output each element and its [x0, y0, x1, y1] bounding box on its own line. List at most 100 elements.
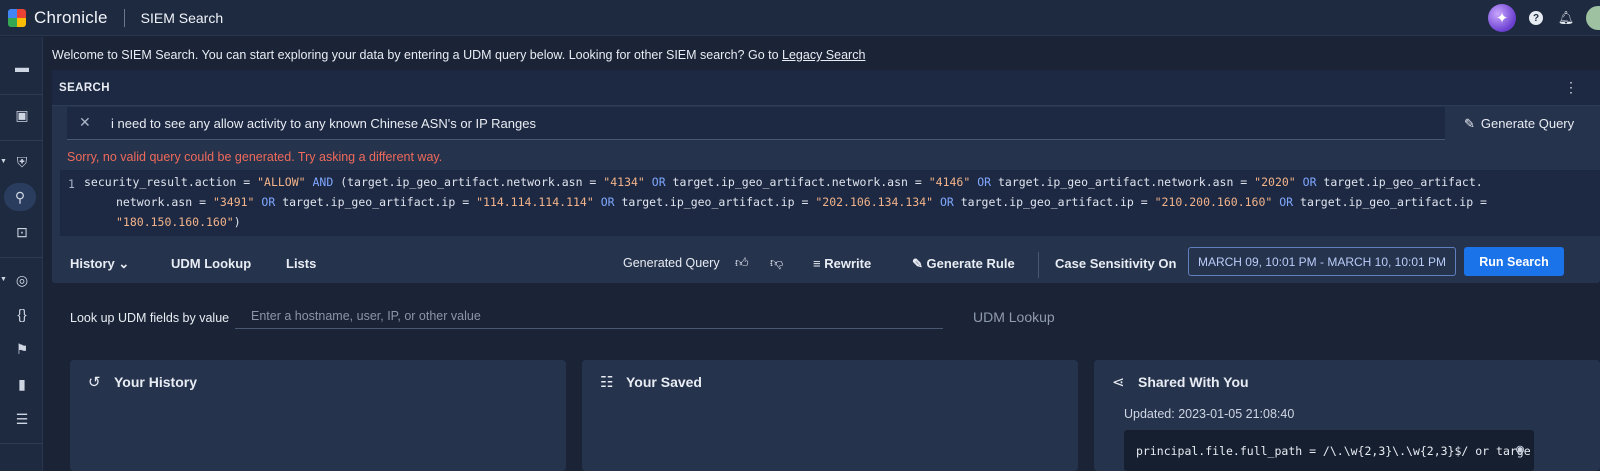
help-button[interactable]: ? [1526, 8, 1546, 28]
code-token: target.ip_geo_artifact.network.asn = [672, 175, 929, 189]
thumbs-down-icon[interactable]: 👎︎ [770, 255, 783, 271]
header-separator [123, 8, 125, 27]
code-token: OR [970, 175, 998, 189]
your-saved-card: ☷ Your Saved [582, 360, 1078, 471]
shield-icon[interactable]: ⛨ [8, 148, 36, 176]
generate-rule-label: Generate Rule [926, 256, 1015, 271]
main-content: Welcome to SIEM Search. You can start ex… [44, 37, 1600, 471]
code-token: "2020" [1254, 175, 1296, 189]
code-token: target.ip_geo_artifact. [1323, 175, 1483, 189]
legacy-search-link[interactable]: Legacy Search [782, 48, 865, 62]
sparkle-icon[interactable]: ✦ [1488, 4, 1516, 32]
code-token: "210.200.160.160" [1154, 195, 1273, 209]
folder-icon[interactable]: ▬ [8, 53, 36, 81]
code-token: OR [644, 175, 673, 189]
saved-search-icon: ☷ [600, 374, 614, 391]
your-history-card: ↺ Your History [70, 360, 566, 471]
brand-name: Chronicle [34, 7, 108, 27]
code-line: network.asn = "3491" OR target.ip_geo_ar… [116, 192, 1487, 212]
run-search-button[interactable]: Run Search [1464, 247, 1564, 276]
wand-icon: ✎ [1464, 116, 1475, 131]
bell-icon: 🔔︎ [1557, 10, 1575, 25]
welcome-text: Welcome to SIEM Search. You can start ex… [52, 48, 783, 62]
natural-language-prompt[interactable]: ✕ i need to see any allow activity to an… [67, 107, 1445, 140]
sidebar-divider [0, 257, 43, 258]
code-token: OR [254, 195, 283, 209]
query-editor[interactable]: 1 security_result.action = "ALLOW" AND (… [60, 170, 1600, 236]
udm-lookup-label: Look up UDM fields by value [70, 311, 230, 325]
case-sensitivity-toggle[interactable]: Case Sensitivity On [1055, 256, 1176, 271]
prompt-text[interactable]: i need to see any allow activity to any … [111, 116, 536, 131]
code-token: target.ip_geo_artifact.ip = [960, 195, 1155, 209]
card-title: Shared With You [1138, 374, 1249, 390]
code-token: "3491" [212, 195, 255, 209]
search-header: SEARCH ⋮ [52, 70, 1600, 106]
clear-icon[interactable]: ✕ [79, 114, 91, 131]
code-token: OR [1295, 175, 1324, 189]
code-token: (target.ip_geo_artifact.network.asn = [340, 175, 604, 189]
generate-query-label: Generate Query [1480, 116, 1575, 131]
shared-query-text: principal.file.full_path = /\.\w{2,3}\.\… [1136, 444, 1531, 458]
sidebar-divider [0, 94, 43, 95]
card-title: Your History [114, 374, 197, 390]
inbox-icon[interactable]: ⊡ [8, 218, 36, 246]
chronicle-logo[interactable]: Chronicle [8, 8, 108, 28]
shared-query[interactable]: principal.file.full_path = /\.\w{2,3}\.\… [1124, 430, 1534, 471]
line-number: 1 [68, 177, 75, 191]
radar-icon[interactable]: ◎ [8, 266, 36, 294]
caret-down-icon[interactable]: ▼ [0, 276, 8, 283]
udm-lookup-tab[interactable]: UDM Lookup [171, 256, 251, 271]
flag-icon[interactable]: ⚑ [8, 335, 36, 363]
wand-icon: ✎ [912, 256, 923, 271]
query-error-message: Sorry, no valid query could be generated… [67, 150, 443, 164]
notifications-button[interactable]: 🔔︎ [1556, 8, 1576, 28]
case-icon[interactable]: ▣ [8, 101, 36, 129]
thumbs-up-icon[interactable]: 👍︎ [735, 255, 749, 271]
shared-with-you-card: ⋖ Shared With You Updated: 2023-01-05 21… [1094, 360, 1600, 471]
search-panel: SEARCH ⋮ ✕ i need to see any allow activ… [52, 70, 1600, 283]
sidebar: ▬ ▣ ▼ ⛨ ⚲ ⊡ ▼ ◎ {} ⚑ ▮ ☰ [0, 37, 43, 471]
chevron-down-icon: ⌄ [118, 256, 130, 271]
date-range-picker[interactable]: MARCH 09, 10:01 PM - MARCH 10, 10:01 PM [1188, 247, 1456, 276]
code-token: security_result.action = [84, 175, 258, 189]
code-token: AND [305, 175, 341, 189]
generate-rule-button[interactable]: ✎ Generate Rule [912, 256, 1015, 272]
top-bar: Chronicle SIEM Search ✦ ? 🔔︎ [0, 0, 1600, 36]
eye-icon[interactable]: ◉ [1516, 442, 1524, 457]
shared-updated-timestamp: Updated: 2023-01-05 21:08:40 [1124, 407, 1295, 421]
code-token: OR [1272, 195, 1301, 209]
list-icon[interactable]: ☰ [8, 405, 36, 433]
history-label: History [70, 256, 115, 271]
bar-chart-icon[interactable]: ▮ [8, 370, 36, 398]
code-token: "180.150.160.160" [116, 215, 234, 229]
code-line: security_result.action = "ALLOW" AND (ta… [84, 172, 1483, 192]
udm-lookup-button[interactable]: UDM Lookup [973, 309, 1055, 325]
avatar[interactable] [1586, 6, 1600, 30]
code-token: network.asn = [116, 195, 213, 209]
code-token: "114.114.114.114" [476, 195, 594, 209]
code-token: target.ip_geo_artifact.network.asn = [997, 175, 1255, 189]
card-title: Your Saved [626, 374, 702, 390]
history-icon: ↺ [88, 374, 101, 391]
welcome-banner: Welcome to SIEM Search. You can start ex… [52, 48, 865, 62]
product-name: SIEM Search [140, 9, 224, 26]
top-right-actions: ✦ ? 🔔︎ [1488, 0, 1600, 36]
caret-down-icon[interactable]: ▼ [0, 158, 8, 165]
search-title: SEARCH [59, 82, 110, 94]
search-toolbar: History ⌄ UDM Lookup Lists Generated Que… [52, 246, 1600, 283]
search-icon[interactable]: ⚲ [4, 183, 36, 211]
rewrite-icon: ≡ [813, 256, 821, 271]
more-options-icon[interactable]: ⋮ [1564, 79, 1578, 96]
rewrite-button[interactable]: ≡ Rewrite [813, 256, 871, 271]
code-token: ) [233, 215, 241, 229]
toolbar-separator [1038, 252, 1039, 278]
code-token: target.ip_geo_artifact.ip = [1300, 195, 1487, 209]
udm-lookup-input[interactable]: Enter a hostname, user, IP, or other val… [235, 303, 943, 329]
braces-icon[interactable]: {} [8, 300, 36, 328]
sidebar-divider [0, 443, 43, 444]
code-token: "ALLOW" [257, 175, 306, 189]
generate-query-button[interactable]: ✎ Generate Query [1464, 116, 1574, 132]
help-icon: ? [1529, 11, 1543, 25]
lists-tab[interactable]: Lists [286, 256, 316, 271]
history-dropdown[interactable]: History ⌄ [70, 256, 129, 272]
